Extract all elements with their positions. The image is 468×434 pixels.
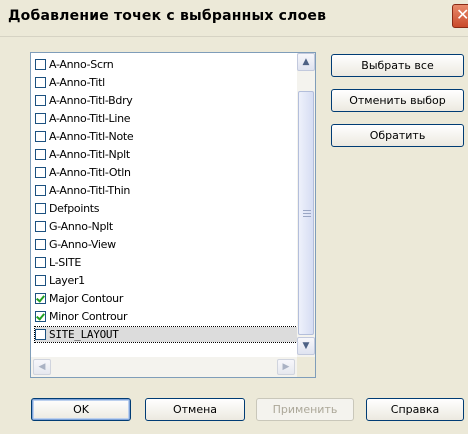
scroll-down-button[interactable]: ▼ xyxy=(297,337,315,355)
scroll-up-button[interactable]: ▲ xyxy=(297,53,315,71)
layer-item[interactable]: A-Anno-Titl-Line xyxy=(35,111,297,126)
layer-checkbox[interactable] xyxy=(35,311,46,322)
layer-checkbox[interactable] xyxy=(35,59,46,70)
deselect-button[interactable]: Отменить выбор xyxy=(331,89,464,112)
layer-item[interactable]: A-Anno-Titl-Bdry xyxy=(35,93,297,108)
layer-item[interactable]: Minor Controur xyxy=(35,309,297,324)
layer-list: A-Anno-Scrn A-Anno-Titl A-Anno-Titl-Bdry A-… xyxy=(31,53,298,357)
layer-label: A-Anno-Scrn xyxy=(49,58,114,71)
layer-label: SITE_LAYOUT xyxy=(49,328,119,341)
layer-checkbox[interactable] xyxy=(35,329,46,340)
layer-checkbox[interactable] xyxy=(35,185,46,196)
window-title: Добавление точек с выбранных слоев xyxy=(8,8,327,24)
arrow-up-icon: ▲ xyxy=(302,57,310,67)
layer-checkbox[interactable] xyxy=(35,293,46,304)
close-button[interactable]: ✕ xyxy=(452,4,468,28)
scroll-thumb[interactable] xyxy=(298,91,314,335)
layer-item[interactable]: Layer1 xyxy=(35,273,297,288)
invert-button[interactable]: Обратить xyxy=(331,124,464,147)
layer-checkbox[interactable] xyxy=(35,257,46,268)
layer-item[interactable]: Defpoints xyxy=(35,201,297,216)
layer-checkbox[interactable] xyxy=(35,77,46,88)
cancel-button[interactable]: Отмена xyxy=(145,398,245,421)
scroll-right-button[interactable]: ▶ xyxy=(277,359,295,375)
select-all-button[interactable]: Выбрать все xyxy=(331,54,464,77)
scroll-corner xyxy=(297,357,315,377)
layer-label: A-Anno-Titl-Line xyxy=(49,112,131,125)
layer-label: L-SITE xyxy=(49,256,82,269)
layer-label: Layer1 xyxy=(49,274,85,287)
layer-checkbox[interactable] xyxy=(35,131,46,142)
layer-label: G-Anno-Nplt xyxy=(49,220,113,233)
layer-item[interactable]: SITE_LAYOUT xyxy=(34,326,298,343)
layer-item[interactable]: A-Anno-Titl-Thin xyxy=(35,183,297,198)
layer-checkbox[interactable] xyxy=(35,149,46,160)
layer-item[interactable]: L-SITE xyxy=(35,255,297,270)
layer-label: Defpoints xyxy=(49,202,100,215)
apply-button[interactable]: Применить xyxy=(256,398,354,421)
layer-item[interactable]: A-Anno-Titl xyxy=(35,75,297,90)
layer-label: A-Anno-Titl-Thin xyxy=(49,184,131,197)
grip-icon xyxy=(303,210,311,218)
horizontal-scrollbar[interactable]: ◀ ▶ xyxy=(31,357,297,377)
arrow-left-icon: ◀ xyxy=(38,362,46,372)
vertical-scrollbar[interactable]: ▲ ▼ xyxy=(297,53,315,357)
title-bar: Добавление точек с выбранных слоев ✕ xyxy=(0,0,468,37)
layer-checkbox[interactable] xyxy=(35,113,46,124)
help-button[interactable]: Справка xyxy=(366,398,464,421)
layer-item[interactable]: G-Anno-Nplt xyxy=(35,219,297,234)
layer-checkbox[interactable] xyxy=(35,221,46,232)
scroll-left-button[interactable]: ◀ xyxy=(33,359,51,375)
layer-label: A-Anno-Titl-Otln xyxy=(49,166,131,179)
arrow-right-icon: ▶ xyxy=(282,362,290,372)
layer-item[interactable]: A-Anno-Titl-Otln xyxy=(35,165,297,180)
layer-label: Major Contour xyxy=(49,292,124,305)
layer-label: A-Anno-Titl-Nplt xyxy=(49,148,130,161)
close-icon: ✕ xyxy=(456,5,468,24)
layer-item[interactable]: Major Contour xyxy=(35,291,297,306)
layer-checkbox[interactable] xyxy=(35,275,46,286)
ok-button[interactable]: OK xyxy=(31,398,131,421)
layer-label: Minor Controur xyxy=(49,310,128,323)
layer-label: A-Anno-Titl-Note xyxy=(49,130,134,143)
arrow-down-icon: ▼ xyxy=(302,341,310,351)
layer-checkbox[interactable] xyxy=(35,239,46,250)
layer-item[interactable]: A-Anno-Titl-Nplt xyxy=(35,147,297,162)
layer-checkbox[interactable] xyxy=(35,167,46,178)
layer-label: A-Anno-Titl-Bdry xyxy=(49,94,133,107)
layer-label: A-Anno-Titl xyxy=(49,76,105,89)
layer-item[interactable]: A-Anno-Scrn xyxy=(35,57,297,72)
layer-checkbox[interactable] xyxy=(35,95,46,106)
layer-item[interactable]: G-Anno-View xyxy=(35,237,297,252)
layer-item[interactable]: A-Anno-Titl-Note xyxy=(35,129,297,144)
layer-checkbox[interactable] xyxy=(35,203,46,214)
layer-label: G-Anno-View xyxy=(49,238,116,251)
layer-listbox[interactable]: A-Anno-Scrn A-Anno-Titl A-Anno-Titl-Bdry A-… xyxy=(30,52,316,378)
